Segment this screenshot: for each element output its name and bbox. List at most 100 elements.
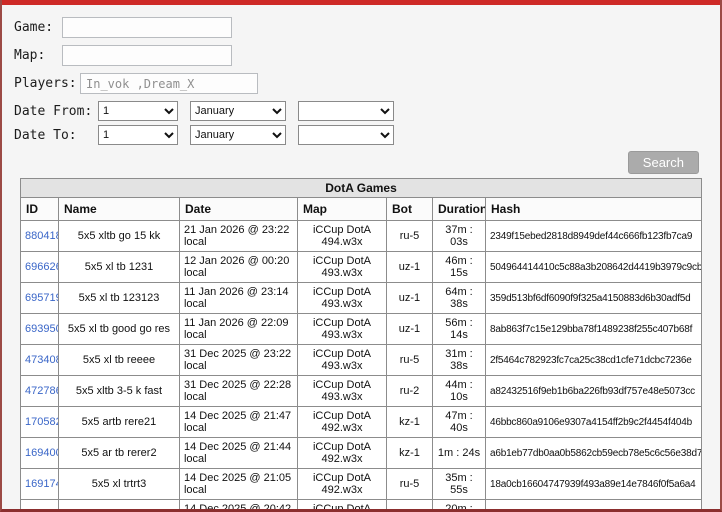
- table-row: 169174 5x5 xl trtrt3 14 Dec 2025 @ 21:05 l…: [19, 468, 703, 500]
- cell-bot: ru-2: [385, 375, 433, 407]
- cell-map: iCCup DotA 494.w3x: [296, 220, 387, 252]
- cell-map: iCCup DotA 492.w3x: [296, 499, 387, 509]
- cell-id: 695719: [19, 282, 59, 314]
- cell-id: 472786: [19, 375, 59, 407]
- cell-hash: 2f5464c782923fc7ca25c38cd1cfe71dcbc7236e: [484, 344, 703, 376]
- search-button[interactable]: Search: [627, 151, 699, 174]
- cell-date: 14 Dec 2025 @ 21:44 local: [178, 437, 298, 469]
- game-input[interactable]: [62, 17, 232, 38]
- game-id-link[interactable]: 695719: [25, 292, 58, 304]
- cell-duration: 64m : 38s: [431, 282, 486, 314]
- date-to-year-select[interactable]: [298, 125, 394, 145]
- cell-hash: 4532f7b149cf9157a6c286f597c1ccf8c69ff39f: [484, 499, 703, 509]
- page: Game: Map: Players: Date From: 1 January…: [0, 0, 722, 512]
- cell-id: 880418: [19, 220, 59, 252]
- cell-bot: uz-1: [385, 313, 433, 345]
- cell-id: 169174: [19, 468, 59, 500]
- cell-bot: ru-5: [385, 344, 433, 376]
- game-id-link[interactable]: 696626: [25, 261, 58, 273]
- cell-date: 14 Dec 2025 @ 21:05 local: [178, 468, 298, 500]
- column-header-hash: Hash: [484, 197, 703, 221]
- players-label: Players:: [14, 76, 77, 91]
- date-from-label: Date From:: [14, 103, 93, 119]
- games-table-body: 880418 5x5 xltb go 15 kk 21 Jan 2026 @ 23:…: [19, 220, 703, 509]
- cell-id: 170582: [19, 406, 59, 438]
- cell-map: iCCup DotA 493.w3x: [296, 282, 387, 314]
- table-title: DotA Games: [19, 178, 703, 198]
- map-label: Map:: [14, 48, 46, 63]
- date-from-month-select[interactable]: January: [190, 101, 286, 121]
- search-form: Game: Map: Players: Date From: 1 January…: [2, 5, 720, 145]
- game-id-link[interactable]: 693950: [25, 323, 58, 335]
- cell-name: 5x5 xl tb 123123: [57, 282, 180, 314]
- cell-map: iCCup DotA 493.w3x: [296, 313, 387, 345]
- game-id-link[interactable]: 170582: [25, 416, 58, 428]
- date-to-day-select[interactable]: 1: [98, 125, 178, 145]
- cell-id: 696626: [19, 251, 59, 283]
- cell-name: 5x5 ar tb rerer32: [57, 499, 180, 509]
- table-row: 169400 5x5 ar tb rerer2 14 Dec 2025 @ 21:4…: [19, 437, 703, 469]
- cell-bot: ru-5: [385, 220, 433, 252]
- table-row: 473408 5x5 xl tb reeee 31 Dec 2025 @ 23:22…: [19, 344, 703, 376]
- cell-date: 14 Dec 2025 @ 20:42 local: [178, 499, 298, 509]
- cell-duration: 1m : 24s: [431, 437, 486, 469]
- cell-name: 5x5 artb rere21: [57, 406, 180, 438]
- column-header-name: Name: [57, 197, 180, 221]
- cell-name: 5x5 xl tb good go res: [57, 313, 180, 345]
- cell-date: 31 Dec 2025 @ 23:22 local: [178, 344, 298, 376]
- cell-map: iCCup DotA 492.w3x: [296, 437, 387, 469]
- table-row: 695719 5x5 xl tb 123123 11 Jan 2026 @ 23:1…: [19, 282, 703, 314]
- game-row: Game:: [14, 17, 720, 38]
- games-table: DotA Games ID Name Date Map Bot Duration…: [19, 178, 703, 509]
- players-input[interactable]: [80, 73, 258, 94]
- cell-map: iCCup DotA 493.w3x: [296, 251, 387, 283]
- table-row: 880418 5x5 xltb go 15 kk 21 Jan 2026 @ 23:…: [19, 220, 703, 252]
- date-to-month-select[interactable]: January: [190, 125, 286, 145]
- game-id-link[interactable]: 169174: [25, 478, 58, 490]
- cell-hash: 18a0cb16604747939f493a89e14e7846f0f5a6a4: [484, 468, 703, 500]
- cell-hash: 504964414410c5c88a3b208642d4419b3979c9cb: [484, 251, 703, 283]
- table-row: 472786 5x5 xltb 3-5 k fast 31 Dec 2025 @ 2…: [19, 375, 703, 407]
- cell-id: 693950: [19, 313, 59, 345]
- date-from-year-select[interactable]: [298, 101, 394, 121]
- date-from-day-select[interactable]: 1: [98, 101, 178, 121]
- cell-date: 14 Dec 2025 @ 21:47 local: [178, 406, 298, 438]
- cell-hash: 8ab863f7c15e129bba78f1489238f255c407b68f: [484, 313, 703, 345]
- cell-bot: kz-1: [385, 437, 433, 469]
- cell-name: 5x5 xltb go 15 kk: [57, 220, 180, 252]
- cell-bot: uz-1: [385, 282, 433, 314]
- column-header-map: Map: [296, 197, 387, 221]
- cell-hash: a6b1eb77db0aa0b5862cb59ecb78e5c6c56e38d7: [484, 437, 703, 469]
- table-row: 1681145x5 ar tb rerer3214 Dec 2025 @ 20:…: [19, 499, 703, 509]
- cell-hash: 359d513bf6df6090f9f325a4150883d6b30adf5d: [484, 282, 703, 314]
- cell-hash: a82432516f9eb1b6ba226fb93df757e48e5073cc: [484, 375, 703, 407]
- cell-bot: kz-1: [385, 406, 433, 438]
- cell-id: 169400: [19, 437, 59, 469]
- table-row: 696626 5x5 xl tb 1231 12 Jan 2026 @ 00:20 …: [19, 251, 703, 283]
- cell-name: 5x5 xl tb reeee: [57, 344, 180, 376]
- game-id-link[interactable]: 472786: [25, 385, 58, 397]
- date-to-label: Date To:: [14, 127, 77, 143]
- cell-duration: 37m : 03s: [431, 220, 486, 252]
- search-button-row: Search: [2, 151, 720, 174]
- cell-date: 11 Jan 2026 @ 23:14 local: [178, 282, 298, 314]
- game-id-link[interactable]: 880418: [25, 230, 58, 242]
- cell-name: 5x5 xltb 3-5 k fast: [57, 375, 180, 407]
- cell-map: iCCup DotA 493.w3x: [296, 344, 387, 376]
- game-id-link[interactable]: 473408: [25, 354, 58, 366]
- cell-date: 11 Jan 2026 @ 22:09 local: [178, 313, 298, 345]
- map-row: Map:: [14, 45, 720, 66]
- table-row: 170582 5x5 artb rere21 14 Dec 2025 @ 21:47…: [19, 406, 703, 438]
- cell-hash: 46bbc860a9106e9307a4154ff2b9c2f4454f404b: [484, 406, 703, 438]
- table-header-row: ID Name Date Map Bot Duration Hash: [19, 197, 703, 221]
- cell-duration: 20m : 34s: [431, 499, 486, 509]
- map-input[interactable]: [62, 45, 232, 66]
- cell-id: 168114: [19, 499, 59, 509]
- cell-name: 5x5 ar tb rerer2: [57, 437, 180, 469]
- table-row: 693950 5x5 xl tb good go res 11 Jan 2026 @…: [19, 313, 703, 345]
- cell-date: 12 Jan 2026 @ 00:20 local: [178, 251, 298, 283]
- game-id-link[interactable]: 169400: [25, 447, 58, 459]
- cell-duration: 56m : 14s: [431, 313, 486, 345]
- cell-bot: uz-1: [385, 251, 433, 283]
- column-header-date: Date: [178, 197, 298, 221]
